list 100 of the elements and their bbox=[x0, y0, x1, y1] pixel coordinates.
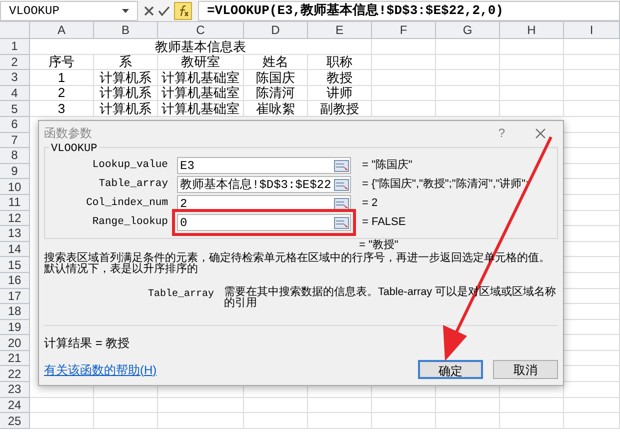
empty-cell bbox=[94, 398, 158, 414]
row-header[interactable]: 6 bbox=[0, 116, 30, 133]
table-cell: 陈国庆 bbox=[244, 70, 308, 86]
row-header[interactable]: 8 bbox=[0, 148, 30, 164]
argument-label: Table_array bbox=[98, 176, 169, 192]
row-header[interactable]: 1 bbox=[0, 39, 30, 55]
column-header[interactable]: G bbox=[436, 22, 500, 38]
empty-cell bbox=[372, 70, 436, 86]
argument-result: = 2 bbox=[362, 196, 378, 212]
row-header[interactable]: 7 bbox=[0, 132, 30, 148]
row-header[interactable]: 4 bbox=[0, 86, 30, 102]
argument-field[interactable]: 0 bbox=[177, 214, 351, 231]
table-cell: 计算机基础室 bbox=[158, 101, 244, 117]
column-header[interactable]: H bbox=[500, 22, 564, 38]
function-icon bbox=[177, 4, 189, 16]
row-header[interactable]: 22 bbox=[0, 366, 30, 382]
argument-result: = FALSE bbox=[362, 215, 406, 230]
empty-cell bbox=[500, 101, 564, 117]
empty-cell bbox=[436, 413, 500, 429]
range-select-icon bbox=[334, 178, 349, 190]
empty-cell bbox=[564, 86, 620, 102]
table-cell: 计算机系 bbox=[94, 86, 158, 102]
empty-cell bbox=[500, 70, 564, 86]
empty-cell bbox=[308, 398, 372, 414]
column-header[interactable]: A bbox=[30, 22, 94, 38]
empty-cell bbox=[564, 398, 620, 414]
row-header[interactable]: 11 bbox=[0, 194, 30, 211]
table-cell: 3 bbox=[30, 101, 94, 117]
row-header[interactable]: 21 bbox=[0, 350, 30, 366]
row-header[interactable]: 10 bbox=[0, 179, 30, 195]
table-cell: 计算机基础室 bbox=[158, 86, 244, 102]
empty-cell bbox=[500, 39, 564, 55]
name-box[interactable]: VLOOKUP bbox=[0, 0, 138, 20]
row-header[interactable]: 5 bbox=[0, 101, 30, 117]
column-header[interactable]: I bbox=[564, 22, 620, 38]
help-glyph[interactable]: ? bbox=[498, 124, 505, 142]
argument-value: 教师基本信息!$D$3:$E$22 bbox=[179, 176, 332, 194]
table-cell: 教授 bbox=[308, 70, 372, 86]
row-header[interactable]: 17 bbox=[0, 288, 30, 304]
row-header[interactable]: 3 bbox=[0, 70, 30, 86]
range-select-icon bbox=[334, 216, 349, 228]
row-header[interactable]: 2 bbox=[0, 54, 30, 70]
empty-cell bbox=[244, 398, 308, 414]
empty-cell bbox=[564, 101, 620, 117]
dialog-button[interactable]: 确定 bbox=[418, 360, 483, 379]
argument-value: 2 bbox=[179, 196, 188, 212]
row-header[interactable]: 20 bbox=[0, 335, 30, 351]
column-header[interactable]: B bbox=[94, 22, 158, 38]
row-header[interactable]: 23 bbox=[0, 382, 30, 398]
empty-cell bbox=[500, 413, 564, 429]
table-cell: 系 bbox=[94, 54, 158, 70]
empty-cell bbox=[372, 101, 436, 117]
column-header[interactable]: F bbox=[372, 22, 436, 38]
row-header[interactable]: 15 bbox=[0, 257, 30, 273]
row-header[interactable]: 18 bbox=[0, 304, 30, 320]
function-result: = "教授" bbox=[359, 238, 398, 252]
empty-cell bbox=[372, 413, 436, 429]
help-link[interactable]: 有关该函数的帮助(H) bbox=[44, 360, 408, 378]
row-header[interactable]: 12 bbox=[0, 210, 30, 226]
argument-field[interactable]: 教师基本信息!$D$3:$E$22 bbox=[177, 176, 351, 193]
close-icon[interactable] bbox=[535, 128, 546, 138]
argument-value: 0 bbox=[179, 214, 188, 232]
table-cell: 1 bbox=[30, 70, 94, 86]
formula-field[interactable]: =VLOOKUP(E3,教师基本信息!$D$3:$E$22,2,0) bbox=[198, 0, 620, 20]
insert-function-button[interactable] bbox=[174, 2, 192, 20]
table-title: 教师基本信息表 bbox=[30, 39, 372, 55]
row-header[interactable]: 19 bbox=[0, 320, 30, 336]
column-header[interactable]: E bbox=[308, 22, 372, 38]
argument-label: Col_index_num bbox=[85, 196, 169, 211]
table-cell: 计算机系 bbox=[94, 101, 158, 117]
parameter-name: Table_array bbox=[146, 288, 215, 302]
table-cell: 序号 bbox=[30, 54, 94, 70]
argument-field[interactable]: E3 bbox=[177, 157, 351, 174]
empty-cell bbox=[564, 54, 620, 70]
empty-cell bbox=[372, 54, 436, 70]
empty-cell bbox=[500, 54, 564, 70]
argument-label: Lookup_value bbox=[91, 158, 169, 173]
row-header[interactable]: 14 bbox=[0, 242, 30, 258]
row-header[interactable]: 13 bbox=[0, 226, 30, 242]
row-header[interactable]: 9 bbox=[0, 164, 30, 180]
empty-cell bbox=[436, 39, 500, 55]
table-cell: 计算机基础室 bbox=[158, 70, 244, 86]
column-header[interactable]: C bbox=[158, 22, 244, 38]
row-header[interactable]: 25 bbox=[0, 413, 30, 429]
empty-cell bbox=[564, 413, 620, 429]
range-select-icon bbox=[334, 198, 349, 210]
empty-cell bbox=[308, 413, 372, 429]
empty-cell bbox=[244, 413, 308, 429]
dropdown-caret-icon bbox=[122, 8, 129, 12]
calculation-result: 计算结果 = 教授 bbox=[44, 335, 131, 352]
empty-cell bbox=[436, 70, 500, 86]
table-cell: 教研室 bbox=[158, 54, 244, 70]
dialog-title: 函数参数 bbox=[44, 125, 93, 142]
empty-cell bbox=[564, 39, 620, 55]
dialog-button[interactable]: 取消 bbox=[493, 360, 558, 379]
row-header[interactable]: 24 bbox=[0, 398, 30, 414]
column-header[interactable]: D bbox=[244, 22, 308, 38]
empty-cell bbox=[436, 86, 500, 102]
table-cell: 2 bbox=[30, 86, 94, 102]
row-header[interactable]: 16 bbox=[0, 272, 30, 288]
